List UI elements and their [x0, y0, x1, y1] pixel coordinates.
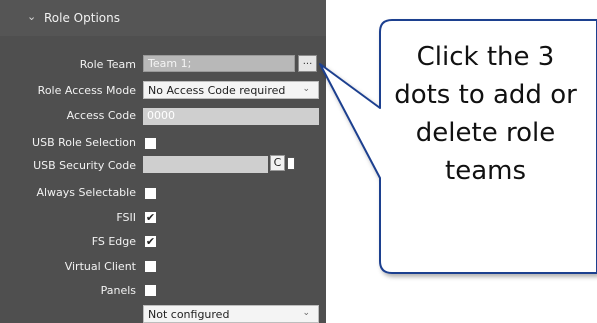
callout-line: Click the 3	[416, 42, 555, 72]
callout-line: dots to add or	[394, 80, 577, 110]
callout-line: delete role	[415, 118, 556, 148]
callout-line: teams	[445, 156, 526, 186]
callout-text: Click the 3 dots to add or delete role t…	[374, 38, 597, 190]
